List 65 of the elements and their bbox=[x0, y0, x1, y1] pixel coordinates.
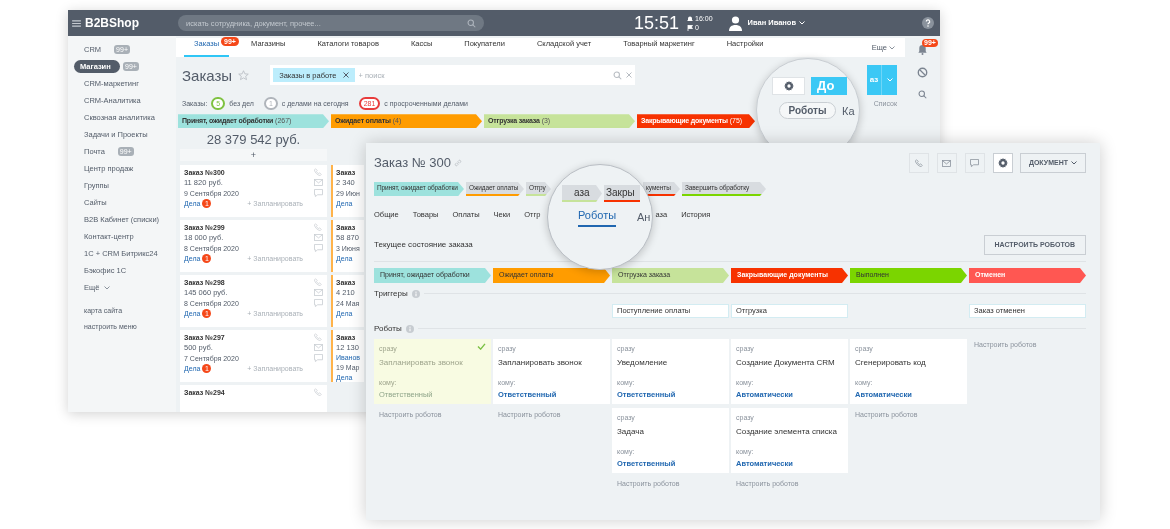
robot-title: Сгенерировать код bbox=[855, 356, 926, 369]
robot-title: Уведомление bbox=[617, 356, 668, 369]
page-title: Заказы bbox=[182, 66, 233, 87]
section-heading: Триггеры bbox=[374, 287, 408, 300]
circle-slash-icon[interactable] bbox=[917, 67, 928, 78]
gear-button[interactable] bbox=[772, 77, 805, 95]
chat-icon[interactable] bbox=[313, 189, 323, 198]
info-icon[interactable] bbox=[405, 324, 414, 333]
caret-icon[interactable] bbox=[889, 45, 895, 50]
chat-icon bbox=[970, 159, 980, 167]
app-logo[interactable]: B2BShop bbox=[85, 14, 139, 32]
user-avatar-icon[interactable] bbox=[728, 15, 742, 31]
settings-icon bbox=[997, 158, 1008, 168]
star-icon[interactable] bbox=[238, 70, 250, 82]
phone-icon[interactable] bbox=[314, 333, 322, 342]
add-card-button[interactable]: + bbox=[180, 149, 327, 162]
phone-icon[interactable] bbox=[314, 278, 322, 287]
robot-title: Задача bbox=[617, 425, 644, 438]
chat-icon[interactable] bbox=[313, 299, 323, 308]
gear-icon bbox=[783, 81, 794, 91]
phone-icon[interactable] bbox=[314, 388, 322, 397]
bell-icon[interactable] bbox=[687, 15, 694, 22]
bell-icon[interactable] bbox=[917, 44, 928, 55]
envelope-icon[interactable] bbox=[313, 179, 323, 187]
section-heading: Роботы bbox=[374, 322, 402, 335]
robot-title: Создание Документа CRM bbox=[736, 356, 835, 369]
search-icon[interactable] bbox=[613, 70, 623, 80]
help-icon[interactable] bbox=[922, 17, 934, 29]
envelope-icon[interactable] bbox=[313, 344, 323, 352]
order-title: Заказ № 300 bbox=[374, 154, 451, 173]
close-icon[interactable] bbox=[342, 72, 349, 79]
info-icon[interactable] bbox=[411, 289, 420, 298]
chat-icon[interactable] bbox=[313, 354, 323, 363]
phone-icon bbox=[914, 159, 923, 167]
settings-button[interactable] bbox=[992, 153, 1013, 173]
caret-icon[interactable] bbox=[104, 285, 111, 290]
flag-icon[interactable] bbox=[687, 24, 694, 31]
chat-icon[interactable] bbox=[313, 244, 323, 253]
call-button[interactable] bbox=[908, 153, 929, 173]
stage-chip[interactable]: Закры bbox=[604, 185, 640, 202]
envelope-icon[interactable] bbox=[313, 234, 323, 242]
section-title: Текущее состояние заказа bbox=[374, 239, 473, 251]
email-button[interactable] bbox=[936, 153, 957, 173]
robot-title: Создание элемента списка bbox=[736, 425, 837, 438]
column-sum: 28 379 542 руб. bbox=[205, 131, 302, 150]
view-tab[interactable]: Ка bbox=[842, 103, 855, 120]
check-icon bbox=[477, 343, 486, 350]
tab[interactable]: Роботы bbox=[578, 207, 617, 227]
phone-icon[interactable] bbox=[314, 168, 322, 177]
menu-icon[interactable] bbox=[72, 19, 81, 27]
robot-title: Запланировать звонок bbox=[379, 356, 463, 369]
envelope-icon bbox=[942, 159, 952, 167]
robot-title: Запланировать звонок bbox=[498, 356, 582, 369]
caret-icon bbox=[1071, 161, 1077, 165]
stage-chip[interactable]: аза bbox=[562, 185, 602, 202]
clock-time: 15:51 bbox=[634, 11, 680, 35]
tab[interactable]: Ан bbox=[637, 209, 651, 226]
caret-icon bbox=[886, 78, 893, 83]
envelope-icon[interactable] bbox=[313, 289, 323, 297]
chat-button[interactable] bbox=[964, 153, 985, 173]
search-icon[interactable] bbox=[918, 90, 927, 99]
robots-button[interactable]: Роботы bbox=[779, 102, 836, 119]
link-icon[interactable] bbox=[453, 159, 462, 167]
dropdown-button[interactable] bbox=[881, 65, 897, 96]
phone-icon[interactable] bbox=[314, 223, 322, 232]
